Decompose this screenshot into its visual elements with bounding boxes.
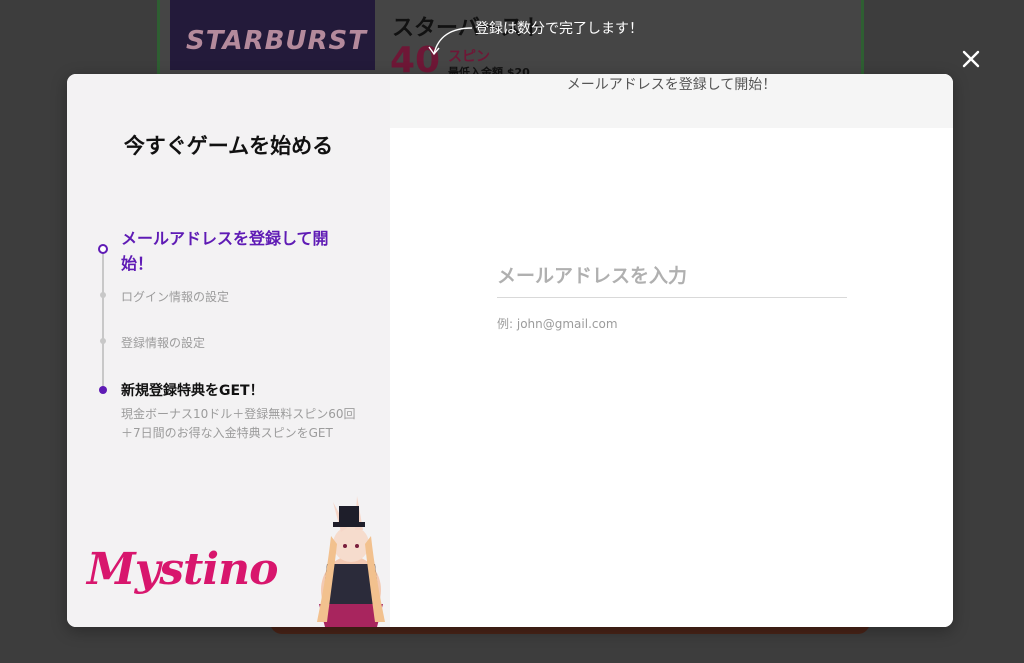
signup-modal: 今すぐゲームを始める メールアドレスを登録して開始！ ログイン情報の設定 登録情… (67, 74, 953, 627)
email-input[interactable] (497, 254, 847, 298)
steps-panel: 今すぐゲームを始める メールアドレスを登録して開始！ ログイン情報の設定 登録情… (67, 74, 390, 627)
mascot-illustration (317, 496, 385, 627)
steps-progress-line (102, 249, 104, 391)
step-indicator-bonus (99, 386, 107, 394)
step-indicator (100, 338, 106, 344)
curved-arrow-icon (428, 27, 473, 56)
email-example-hint: 例: john@gmail.com (497, 317, 618, 331)
step-register-email: メールアドレスを登録して開始！ (121, 229, 329, 273)
game-logo-text: STARBURST (186, 26, 367, 56)
form-header: メールアドレスを登録して開始！ (390, 74, 953, 128)
step-login-settings: ログイン情報の設定 (121, 290, 230, 304)
step-profile-settings: 登録情報の設定 (121, 336, 206, 350)
close-icon[interactable] (958, 46, 984, 72)
step-indicator-active (98, 244, 108, 254)
brand-logo: Mystino (87, 544, 278, 595)
signup-hint: 登録は数分で完了します！ (475, 21, 643, 37)
email-form-panel: メールアドレスを登録して開始！ 例: john@gmail.com (390, 74, 953, 627)
modal-title: 今すぐゲームを始める (123, 134, 334, 158)
game-thumbnail: STARBURST (170, 0, 375, 70)
step-bonus: 新規登録特典をGET！ (121, 383, 264, 399)
step-bonus-description: 現金ボーナス10ドル＋登録無料スピン60回＋7日間のお得な入金特典スピンをGET (121, 407, 356, 440)
step-indicator (100, 292, 106, 298)
